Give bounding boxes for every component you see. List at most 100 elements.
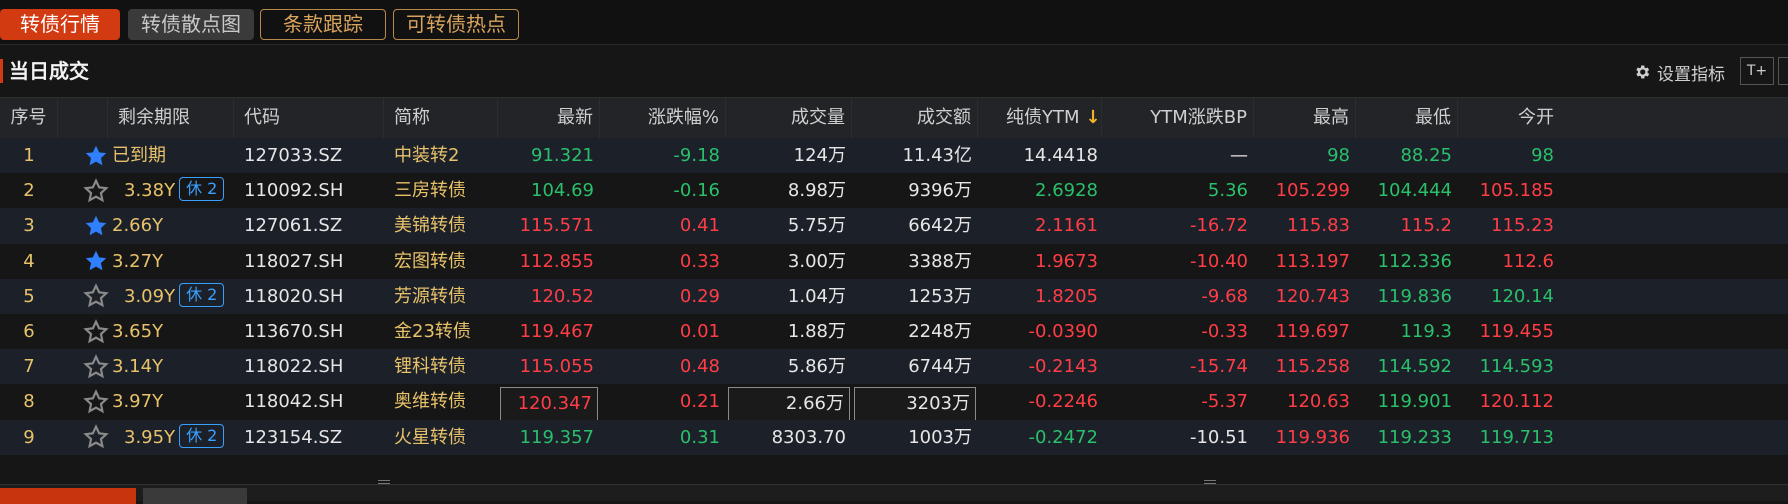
col-change-pct[interactable]: 涨跌幅% [600,98,726,138]
table-row[interactable]: 7 3.14Y 118022.SH 锂科转债 115.055 0.48 5.86万 6744万… [0,349,1788,385]
table-row[interactable]: 6 3.65Y 113670.SH 金23转债 119.467 0.01 1.88万 2248… [0,314,1788,350]
ytm-value: 2.6928 [1035,180,1098,202]
high-price: 113.197 [1275,250,1350,272]
low-price: 88.25 [1400,145,1452,166]
row-seq: 1 [23,145,35,166]
low-price: 119.233 [1377,426,1452,448]
settings-label: 设置指标 [1657,64,1725,85]
col-ytm[interactable]: 纯债YTM ↓ [978,98,1102,138]
amount: 1253万 [908,285,972,307]
tab-bond-scatter[interactable]: 转债散点图 [128,9,254,40]
rest-badge: 休 2 [179,423,225,448]
table-row[interactable]: 8 3.97Y 118042.SH 奥维转债 120.347 0.21 2.66万 3203万… [0,384,1788,422]
row-seq: 6 [23,321,35,342]
bond-code: 118020.SH [244,285,344,307]
latest-price: 119.467 [519,321,594,342]
bond-name: 火星转债 [394,426,466,448]
star-filled-icon[interactable] [83,248,109,274]
latest-price: 115.571 [519,215,594,237]
change-pct: 0.41 [679,215,720,237]
volume: 5.75万 [787,215,846,237]
col-amount[interactable]: 成交额 [852,98,978,138]
volume: 3.00万 [787,250,846,272]
ytm-bp-change: -5.37 [1201,391,1248,413]
table-row[interactable]: 9 3.95Y 休 2 123154.SZ 火星转债 119.357 0.31 8303.70… [0,419,1788,455]
remaining-term: 3.38Y 休 2 [108,173,234,208]
tab-convertible-hotspot[interactable]: 可转债热点 [393,9,519,40]
change-pct: -9.18 [673,145,720,166]
remaining-term: 已到期 [108,138,234,173]
low-price: 119.3 [1400,321,1452,342]
bond-name: 奥维转债 [394,391,466,413]
table-row[interactable]: 4 3.27Y 118027.SH 宏图转债 112.855 0.33 3.00万 3388万… [0,243,1788,279]
amount: 3388万 [908,250,972,272]
bond-code: 127061.SZ [244,215,343,237]
bond-name: 美锦转债 [394,215,466,237]
t-plus-button[interactable]: T+ [1740,57,1774,85]
section-marker [0,59,3,83]
latest-price: 115.055 [519,356,594,378]
table-row[interactable]: 1 已到期 127033.SZ 中装转2 91.321 -9.18 124万 11.43亿 14… [0,138,1788,174]
amount: 1003万 [908,426,972,448]
change-pct: 0.01 [679,321,720,342]
col-volume[interactable]: 成交量 [726,98,852,138]
col-seq[interactable]: 序号 [0,98,58,138]
bottom-tab[interactable] [143,488,247,504]
col-open[interactable]: 今开 [1458,98,1560,138]
star-outline-icon[interactable] [83,424,109,450]
volume: 8303.70 [771,426,846,448]
col-remaining-term[interactable]: 剩余期限 [108,98,234,138]
star-outline-icon[interactable] [83,318,109,345]
open-price: 120.14 [1491,285,1554,307]
col-ytm-bp[interactable]: YTM涨跌BP [1102,98,1254,138]
open-price: 112.6 [1502,250,1554,272]
star-filled-icon[interactable] [83,143,109,169]
bond-name: 金23转债 [394,321,471,342]
tab-clause-tracking[interactable]: 条款跟踪 [260,9,386,40]
remaining-term: 3.09Y 休 2 [108,279,234,314]
highlight-box: 2.66万 [728,387,850,422]
bond-name: 芳源转债 [394,285,466,307]
low-price: 119.836 [1377,285,1452,307]
high-price: 115.83 [1287,215,1350,237]
table-row[interactable]: 5 3.09Y 休 2 118020.SH 芳源转债 120.52 0.29 1.04万 125… [0,278,1788,314]
col-low[interactable]: 最低 [1356,98,1458,138]
star-outline-icon[interactable] [83,389,109,415]
bottom-tab-active[interactable] [0,488,136,504]
change-pct: 0.33 [679,250,720,272]
col-favorite[interactable] [58,98,108,138]
volume: 1.04万 [787,285,846,307]
star-filled-icon[interactable] [83,213,109,239]
amount: 6744万 [908,356,972,378]
table-row[interactable]: 3 2.66Y 127061.SZ 美锦转债 115.571 0.41 5.75万 6642万… [0,208,1788,244]
amount: 2248万 [908,321,972,342]
bond-code: 118042.SH [244,391,344,413]
remaining-term: 2.66Y [108,208,234,243]
ytm-bp-change: -15.74 [1189,356,1248,378]
volume: 8.98万 [787,180,846,202]
bond-code: 118027.SH [244,250,344,272]
settings-indicator-button[interactable]: 设置指标 [1633,58,1725,86]
latest-price: 119.357 [519,426,594,448]
amount: 6642万 [908,215,972,237]
ytm-bp-change: -16.72 [1189,215,1248,237]
open-price: 120.112 [1479,391,1554,413]
remaining-term: 3.65Y [108,314,234,349]
star-outline-icon[interactable] [83,353,109,380]
bond-name: 三房转债 [394,180,466,202]
star-outline-icon[interactable] [83,177,109,204]
star-outline-icon[interactable] [83,283,109,309]
row-seq: 3 [23,215,35,237]
amount: 3203万 [906,393,970,415]
col-high[interactable]: 最高 [1254,98,1356,138]
ytm-bp-change: — [1230,145,1248,166]
table-header: 序号 剩余期限 代码 简称 最新 涨跌幅% 成交量 成交额 纯债YTM ↓ YTM… [0,97,1788,139]
extra-button-edge[interactable] [1778,57,1788,85]
tab-bond-market[interactable]: 转债行情 [0,9,120,40]
col-name[interactable]: 简称 [384,98,498,138]
low-price: 104.444 [1377,180,1452,202]
open-price: 114.593 [1479,356,1554,378]
table-row[interactable]: 2 3.38Y 休 2 110092.SH 三房转债 104.69 -0.16 8.98万 93… [0,173,1788,209]
col-latest[interactable]: 最新 [498,98,600,138]
col-code[interactable]: 代码 [234,98,384,138]
